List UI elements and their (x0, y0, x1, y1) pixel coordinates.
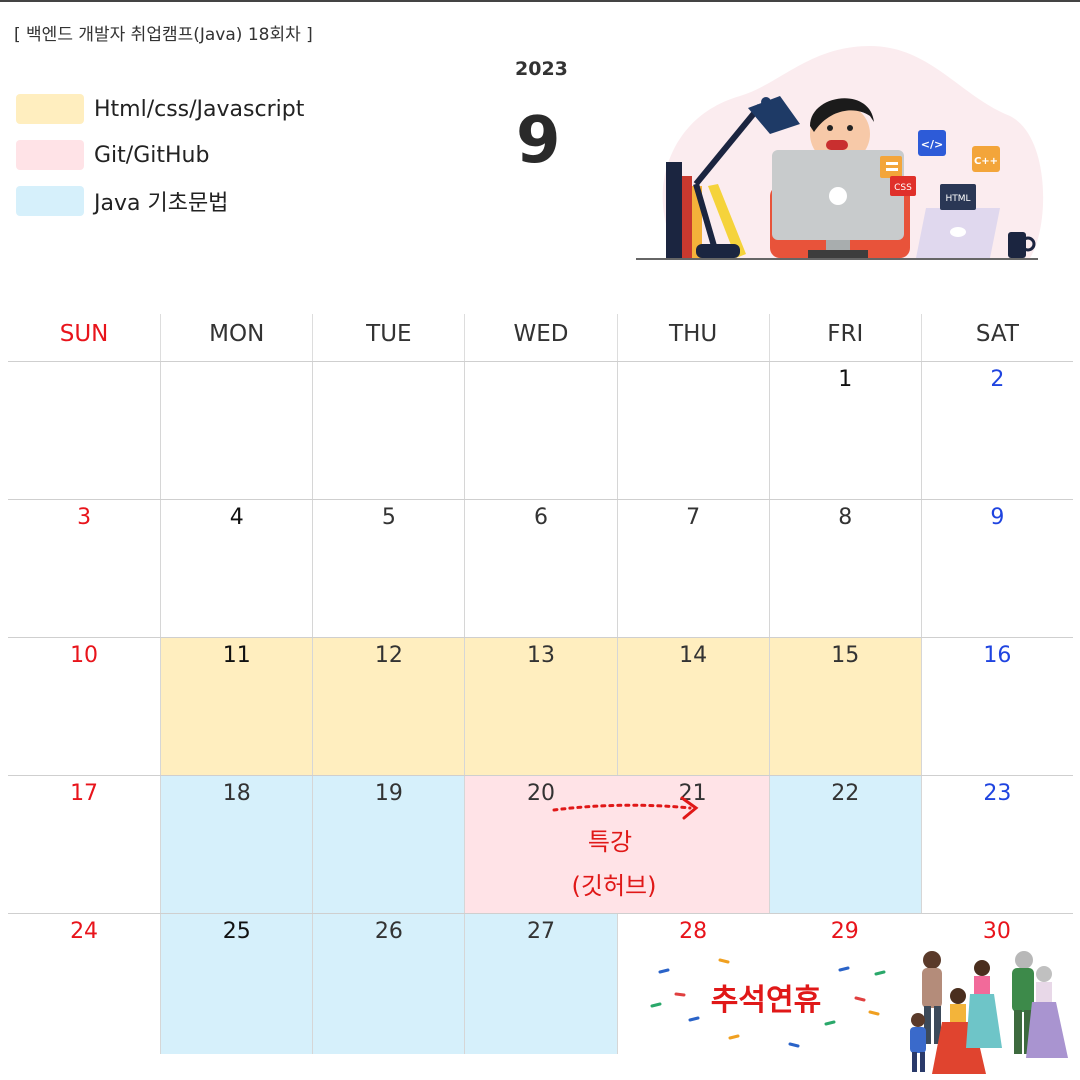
browser-window-icon (880, 156, 902, 178)
weekday-fri: FRI (768, 314, 921, 361)
day-number: 16 (983, 643, 1012, 668)
year-label: 2023 (515, 58, 568, 80)
calendar-week: 1 2 (8, 362, 1073, 500)
weekday-header-row: SUN MON TUE WED THU FRI SAT (8, 314, 1073, 362)
weekday-mon: MON (160, 314, 312, 361)
weekday-tue: TUE (312, 314, 464, 361)
special-lecture-subtitle: (깃허브) (572, 872, 657, 900)
day-number: 3 (77, 505, 92, 530)
day-number: 13 (526, 643, 555, 668)
day-number: 9 (990, 505, 1005, 530)
day-cell-java[interactable]: 18 (160, 776, 313, 913)
holiday-annotation: 추석연휴 (650, 951, 1068, 1074)
day-cell[interactable]: 16 (920, 638, 1073, 775)
day-number: 27 (526, 919, 555, 944)
day-cell-java[interactable]: 19 (312, 776, 465, 913)
legend: Html/css/Javascript Git/GitHub Java 기초문법 (16, 86, 304, 224)
calendar-week: 10 11 12 13 14 15 16 (8, 638, 1073, 776)
day-cell[interactable]: 1 (768, 362, 921, 499)
day-number: 26 (374, 919, 403, 944)
day-number: 14 (679, 643, 708, 668)
developer-illustration: </> C++ CSS HTML (636, 46, 1044, 260)
day-number: 10 (70, 643, 99, 668)
weekday-sat: SAT (920, 314, 1073, 361)
day-cell-html[interactable]: 12 (312, 638, 465, 775)
book-icon (666, 162, 682, 258)
day-cell[interactable]: 24 (8, 914, 160, 1054)
special-lecture-title: 특강 (588, 828, 632, 856)
camp-title: [ 백엔드 개발자 취업캠프(Java) 18회차 ] (14, 25, 313, 45)
day-cell[interactable] (464, 362, 616, 499)
day-cell[interactable]: 23 (920, 776, 1073, 913)
day-number: 22 (831, 781, 860, 806)
day-number: 2 (990, 367, 1005, 392)
day-number: 4 (229, 505, 244, 530)
legend-swatch-git (16, 140, 84, 170)
day-cell-html[interactable]: 11 (160, 638, 313, 775)
svg-text:C++: C++ (974, 156, 998, 167)
day-cell[interactable]: 2 (920, 362, 1073, 499)
legend-swatch-java (16, 186, 84, 216)
month-number: 9 (516, 104, 561, 178)
legend-item-git: Git/GitHub (16, 132, 304, 178)
day-cell[interactable]: 9 (920, 500, 1073, 637)
day-cell-java[interactable]: 27 (464, 914, 617, 1054)
day-number: 24 (70, 919, 99, 944)
day-cell[interactable]: 3 (8, 500, 160, 637)
day-cell[interactable]: 8 (768, 500, 921, 637)
legend-label: Git/GitHub (94, 142, 210, 168)
svg-text:HTML: HTML (945, 194, 970, 204)
day-cell[interactable]: 5 (312, 500, 464, 637)
day-cell[interactable] (160, 362, 312, 499)
svg-text:CSS: CSS (894, 183, 912, 193)
weekday-wed: WED (464, 314, 616, 361)
day-number: 23 (983, 781, 1012, 806)
day-number: 15 (831, 643, 860, 668)
day-cell-html[interactable]: 15 (768, 638, 921, 775)
day-cell[interactable] (312, 362, 464, 499)
weekday-thu: THU (616, 314, 769, 361)
laptop-icon (916, 208, 1000, 258)
day-cell-java[interactable]: 25 (160, 914, 313, 1054)
day-cell[interactable]: 7 (616, 500, 769, 637)
day-number: 18 (222, 781, 251, 806)
day-cell-java[interactable]: 26 (312, 914, 465, 1054)
legend-label: Java 기초문법 (94, 191, 229, 216)
day-cell-html[interactable]: 14 (616, 638, 769, 775)
special-lecture-annotation: 특강 (깃허브) (552, 796, 699, 900)
calendar-week: 3 4 5 6 7 8 9 (8, 500, 1073, 638)
legend-label: Html/css/Javascript (94, 96, 305, 122)
day-cell[interactable]: 17 (8, 776, 160, 913)
legend-swatch-html (16, 94, 84, 124)
day-cell-java[interactable]: 22 (768, 776, 921, 913)
day-number: 5 (381, 505, 396, 530)
day-number: 8 (838, 505, 853, 530)
day-cell[interactable] (8, 362, 160, 499)
day-number: 25 (222, 919, 251, 944)
day-cell[interactable] (616, 362, 769, 499)
top-divider (0, 0, 1080, 2)
weekday-sun: SUN (59, 321, 109, 347)
day-cell[interactable]: 10 (8, 638, 160, 775)
day-number: 1 (838, 367, 853, 392)
day-number: 17 (70, 781, 99, 806)
day-number: 19 (374, 781, 403, 806)
svg-text:</>: </> (921, 138, 943, 151)
day-cell[interactable]: 6 (464, 500, 616, 637)
holiday-label: 추석연휴 (711, 983, 821, 1018)
hanbok-family-illustration (910, 951, 1068, 1074)
legend-item-html: Html/css/Javascript (16, 86, 304, 132)
day-cell[interactable]: 4 (160, 500, 312, 637)
day-number: 6 (533, 505, 548, 530)
legend-item-java: Java 기초문법 (16, 178, 304, 224)
dotted-arrow-icon (552, 803, 692, 812)
day-number: 12 (374, 643, 403, 668)
day-number: 7 (686, 505, 701, 530)
day-cell-html[interactable]: 13 (464, 638, 617, 775)
day-number: 11 (222, 643, 251, 668)
